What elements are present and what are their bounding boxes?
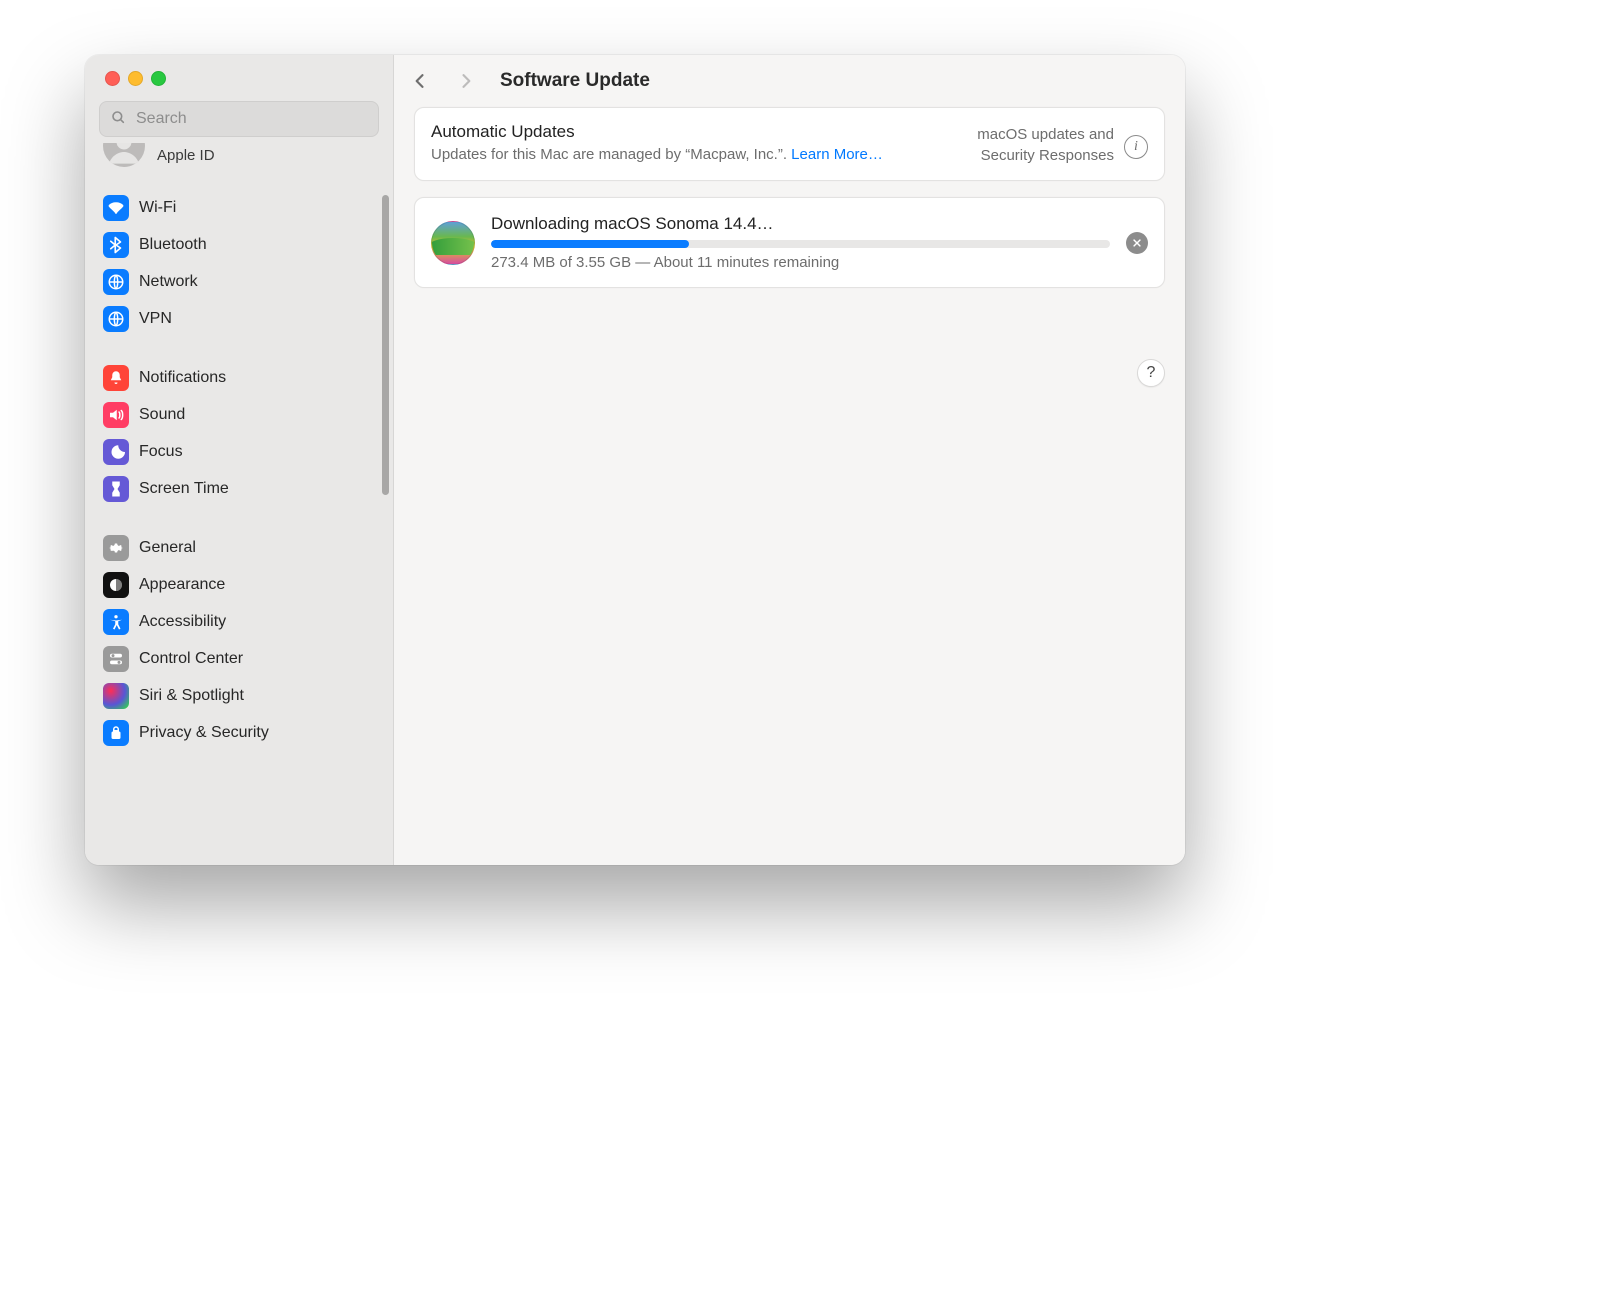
sidebar-item-notifications[interactable]: Notifications bbox=[95, 359, 383, 396]
close-window-button[interactable] bbox=[105, 71, 120, 86]
sidebar: Apple ID Wi-Fi Bluetooth Network VPN Notific… bbox=[85, 55, 394, 865]
sidebar-item-privacy-security[interactable]: Privacy & Security bbox=[95, 714, 383, 751]
download-progress-bar bbox=[491, 240, 1110, 248]
sidebar-item-siri-spotlight[interactable]: Siri & Spotlight bbox=[95, 677, 383, 714]
help-button[interactable]: ? bbox=[1137, 359, 1165, 387]
sound-icon bbox=[103, 402, 129, 428]
toolbar: Software Update bbox=[394, 55, 1185, 107]
automatic-updates-description: Updates for this Mac are managed by “Mac… bbox=[431, 144, 957, 166]
appearance-icon bbox=[103, 572, 129, 598]
nav-back-button[interactable] bbox=[408, 69, 432, 93]
download-title: Downloading macOS Sonoma 14.4… bbox=[491, 214, 1110, 234]
zoom-window-button[interactable] bbox=[151, 71, 166, 86]
sidebar-item-accessibility[interactable]: Accessibility bbox=[95, 603, 383, 640]
search-icon bbox=[110, 109, 126, 130]
focus-icon bbox=[103, 439, 129, 465]
screen-time-icon bbox=[103, 476, 129, 502]
privacy-security-icon bbox=[103, 720, 129, 746]
download-card: Downloading macOS Sonoma 14.4… 273.4 MB … bbox=[414, 197, 1165, 288]
sidebar-item-vpn[interactable]: VPN bbox=[95, 300, 383, 337]
bluetooth-icon bbox=[103, 232, 129, 258]
wifi-icon bbox=[103, 195, 129, 221]
sidebar-item-control-center[interactable]: Control Center bbox=[95, 640, 383, 677]
search-input[interactable] bbox=[134, 109, 368, 129]
sidebar-item-label: Wi-Fi bbox=[139, 199, 176, 217]
notifications-icon bbox=[103, 365, 129, 391]
automatic-updates-info-button[interactable]: i bbox=[1124, 135, 1148, 159]
nav-forward-button[interactable] bbox=[454, 69, 478, 93]
sidebar-item-label: Privacy & Security bbox=[139, 724, 269, 742]
siri-spotlight-icon bbox=[103, 683, 129, 709]
download-status: 273.4 MB of 3.55 GB — About 11 minutes r… bbox=[491, 254, 1110, 271]
sidebar-item-label: Appearance bbox=[139, 576, 225, 594]
automatic-updates-card: Automatic Updates Updates for this Mac a… bbox=[414, 107, 1165, 181]
sidebar-item-wifi[interactable]: Wi-Fi bbox=[95, 189, 383, 226]
sidebar-item-label: Accessibility bbox=[139, 613, 226, 631]
sidebar-item-label: General bbox=[139, 539, 196, 557]
sidebar-item-apple-id[interactable]: Apple ID bbox=[95, 143, 383, 177]
sidebar-item-label: Network bbox=[139, 273, 198, 291]
sidebar-item-label: Sound bbox=[139, 406, 185, 424]
sidebar-item-label: Bluetooth bbox=[139, 236, 207, 254]
vpn-icon bbox=[103, 306, 129, 332]
control-center-icon bbox=[103, 646, 129, 672]
sidebar-scrollbar[interactable] bbox=[382, 195, 389, 495]
window-controls bbox=[85, 55, 393, 101]
sidebar-item-label: Control Center bbox=[139, 650, 243, 668]
sidebar-item-label: Siri & Spotlight bbox=[139, 687, 244, 705]
automatic-updates-title: Automatic Updates bbox=[431, 122, 957, 142]
cancel-download-button[interactable] bbox=[1126, 232, 1148, 254]
apple-id-label: Apple ID bbox=[157, 147, 215, 164]
accessibility-icon bbox=[103, 609, 129, 635]
sidebar-item-screen-time[interactable]: Screen Time bbox=[95, 470, 383, 507]
automatic-updates-summary: macOS updates and Security Responses bbox=[977, 124, 1114, 166]
network-icon bbox=[103, 269, 129, 295]
learn-more-link[interactable]: Learn More… bbox=[791, 146, 883, 163]
minimize-window-button[interactable] bbox=[128, 71, 143, 86]
sidebar-list: Apple ID Wi-Fi Bluetooth Network VPN Notific… bbox=[85, 143, 393, 865]
sidebar-item-sound[interactable]: Sound bbox=[95, 396, 383, 433]
sidebar-item-network[interactable]: Network bbox=[95, 263, 383, 300]
sidebar-item-appearance[interactable]: Appearance bbox=[95, 566, 383, 603]
general-icon bbox=[103, 535, 129, 561]
sidebar-item-label: Notifications bbox=[139, 369, 226, 387]
macos-sonoma-icon bbox=[431, 221, 475, 265]
sidebar-item-label: Screen Time bbox=[139, 480, 229, 498]
avatar-icon bbox=[103, 143, 145, 167]
sidebar-item-general[interactable]: General bbox=[95, 529, 383, 566]
page-title: Software Update bbox=[500, 70, 650, 92]
main-area: Software Update Automatic Updates Update… bbox=[394, 55, 1185, 865]
search-field[interactable] bbox=[99, 101, 379, 137]
sidebar-item-focus[interactable]: Focus bbox=[95, 433, 383, 470]
sidebar-item-label: Focus bbox=[139, 443, 183, 461]
system-settings-window: Apple ID Wi-Fi Bluetooth Network VPN Notific… bbox=[85, 55, 1185, 865]
sidebar-item-label: VPN bbox=[139, 310, 172, 328]
sidebar-item-bluetooth[interactable]: Bluetooth bbox=[95, 226, 383, 263]
